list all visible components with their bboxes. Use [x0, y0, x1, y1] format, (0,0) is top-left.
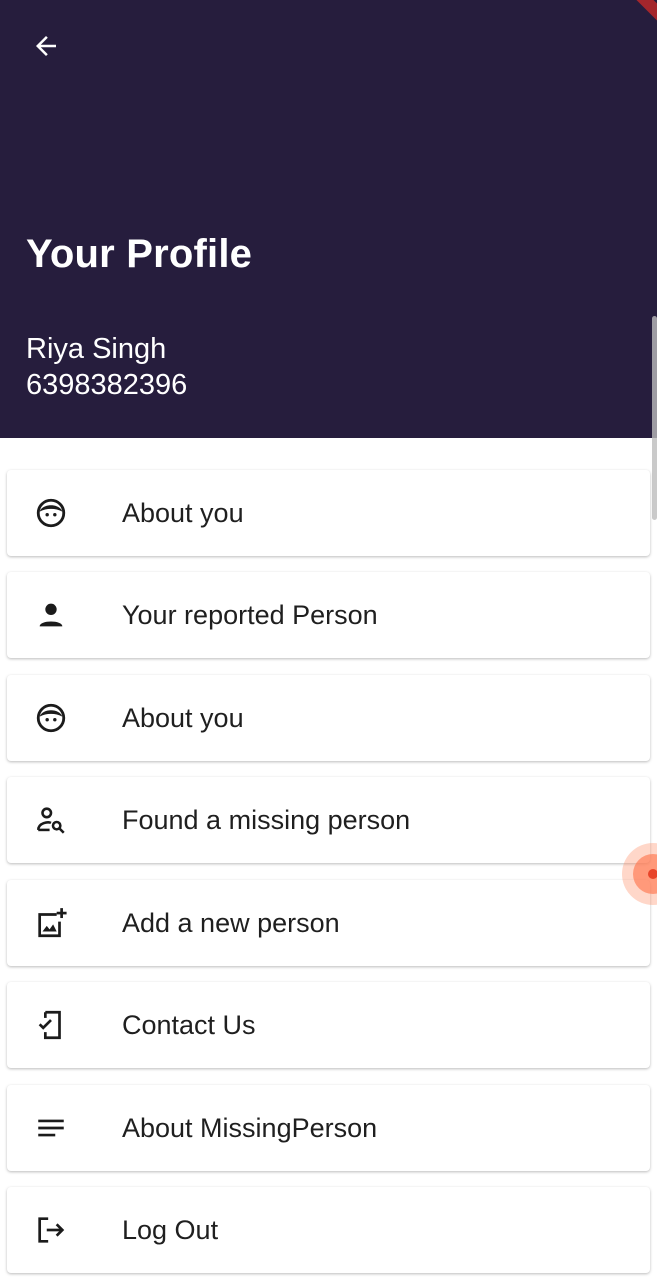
menu-item-label: Found a missing person [122, 804, 411, 835]
person-search-icon [33, 802, 69, 838]
touch-dot-icon [633, 854, 657, 894]
menu-item-about-missingperson[interactable]: About MissingPerson [7, 1085, 650, 1171]
logout-icon [33, 1212, 69, 1248]
menu-item-about-you-2[interactable]: About you [7, 675, 650, 761]
menu-item-reported-person[interactable]: Your reported Person [7, 572, 650, 658]
menu-item-log-out[interactable]: Log Out [7, 1187, 650, 1273]
user-phone: 6398382396 [26, 369, 188, 401]
menu-item-label: Add a new person [122, 907, 340, 938]
face-icon [33, 700, 69, 736]
page-title: Your Profile [26, 232, 253, 276]
menu-item-about-you[interactable]: About you [7, 470, 650, 556]
menu-item-found-missing-person[interactable]: Found a missing person [7, 777, 650, 863]
profile-header: Your Profile Riya Singh 6398382396 [0, 0, 657, 438]
menu-item-contact-us[interactable]: Contact Us [7, 982, 650, 1068]
mobile-check-icon [33, 1007, 69, 1043]
back-button[interactable] [24, 24, 68, 68]
face-icon [33, 495, 69, 531]
menu-item-label: About you [122, 702, 244, 733]
add-photo-icon [33, 905, 69, 941]
menu-item-label: Your reported Person [122, 599, 378, 630]
menu-item-label: Log Out [122, 1214, 219, 1245]
corner-banner [621, 0, 657, 30]
person-icon [33, 597, 69, 633]
menu-item-label: Contact Us [122, 1009, 256, 1040]
menu-item-label: About you [122, 497, 244, 528]
menu-item-label: About MissingPerson [122, 1112, 378, 1143]
notes-icon [33, 1110, 69, 1146]
scrollbar[interactable] [652, 316, 657, 520]
user-name: Riya Singh [26, 333, 167, 365]
menu-item-add-new-person[interactable]: Add a new person [7, 880, 650, 966]
arrow-back-icon [36, 36, 56, 56]
